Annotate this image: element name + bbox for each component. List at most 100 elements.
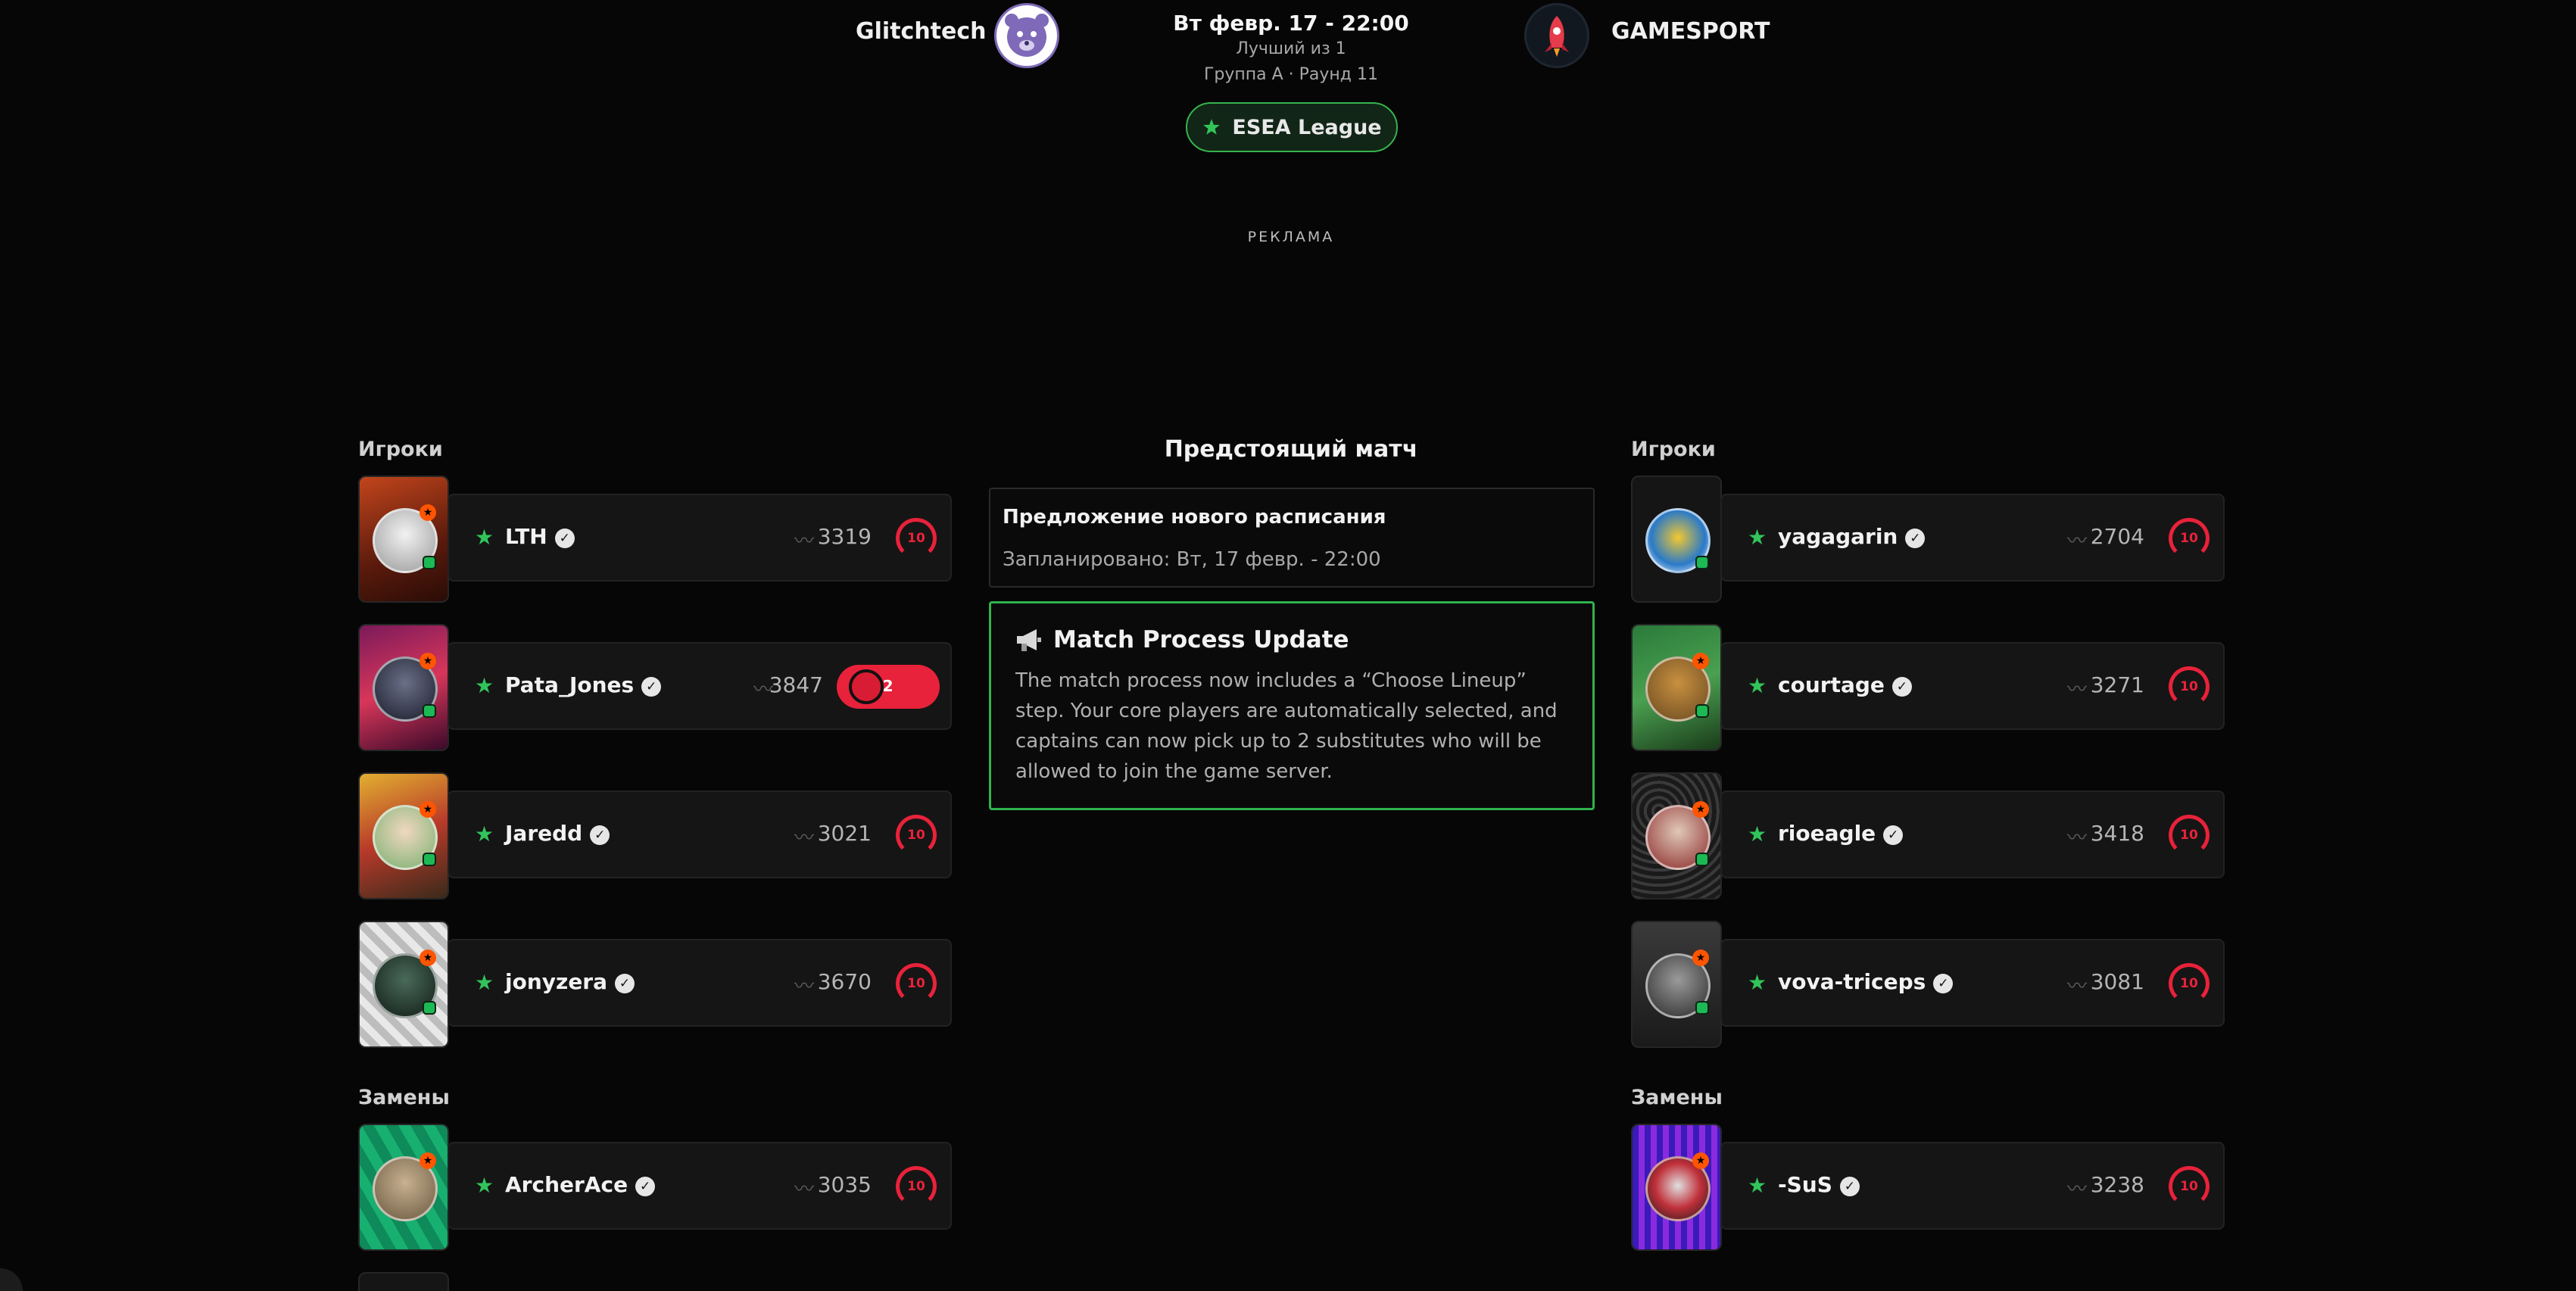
shield-icon (423, 704, 436, 718)
player-card[interactable]: ★ Pata_Jones✓ 〰 3847 #582 (448, 642, 952, 730)
player-avatar[interactable]: ★ (1631, 1124, 1722, 1251)
update-text: The match process now includes a “Choose… (1015, 669, 1558, 783)
player-elo: 2704 (2090, 524, 2144, 549)
player-card[interactable]: ★ jonyzera ✓ 〰 3670 10 (448, 939, 952, 1027)
shield-icon (423, 556, 436, 569)
player-card[interactable]: ★ -SuS ✓ 〰 3238 10 (1720, 1142, 2225, 1230)
player-name[interactable]: LTH (505, 524, 547, 549)
player-avatar[interactable]: ★ (358, 624, 449, 751)
premium-star-icon: ★ (1692, 653, 1709, 669)
player-name[interactable]: rioeagle (1778, 821, 1876, 846)
team-left-logo[interactable] (994, 3, 1059, 68)
ad-label: РЕКЛАМА (1247, 229, 1335, 245)
right-players-title: Игроки (1631, 438, 1716, 461)
sub-row[interactable]: ★ ★ ArcherAce ✓ 〰 3035 10 (358, 1124, 952, 1251)
skill-level-badge: 10 (896, 815, 937, 856)
player-name[interactable]: jonyzera (505, 969, 607, 994)
player-name-wrap: yagagarin ✓ (1778, 524, 1926, 549)
faceit-star-icon: ★ (475, 970, 494, 995)
player-card[interactable]: ★ Jaredd ✓ 〰 3021 10 (448, 791, 952, 878)
match-format: Лучший из 1 (1236, 39, 1346, 58)
premium-star-icon: ★ (419, 504, 436, 521)
verified-check-icon: ✓ (554, 529, 575, 548)
player-avatar[interactable]: ★ (358, 1124, 449, 1251)
player-card[interactable]: ★ courtage ✓ 〰 3271 10 (1720, 642, 2225, 730)
player-card[interactable]: ★ yagagarin ✓ 〰 2704 10 (1720, 494, 2225, 582)
player-avatar[interactable]: ★ (358, 772, 449, 900)
rocket-logo-icon (1545, 16, 1569, 57)
player-avatar[interactable]: ★ (1631, 624, 1722, 751)
player-elo: 3670 (817, 969, 872, 994)
skill-level-badge: 10 (2169, 963, 2210, 1004)
verified-check-icon: ✓ (635, 1177, 656, 1196)
update-title: Match Process Update (1053, 626, 1349, 653)
player-row[interactable]: ★ ★ Pata_Jones✓ 〰 3847 #582 (358, 624, 952, 751)
premium-star-icon: ★ (1692, 950, 1709, 966)
player-row[interactable]: ★ ★ courtage ✓ 〰 3271 10 (1631, 624, 2225, 751)
player-card[interactable]: ★ vova-triceps ✓ 〰 3081 10 (1720, 939, 2225, 1027)
league-badge[interactable]: ESEA League (1186, 102, 1398, 152)
player-avatar[interactable]: ★ (358, 476, 449, 603)
rank-badge: #582 (837, 665, 940, 709)
trend-icon: 〰 (2066, 678, 2087, 701)
player-name[interactable]: Pata_Jones (505, 672, 634, 697)
player-name-wrap: Pata_Jones ✓ (505, 672, 662, 697)
league-name: ESEA League (1232, 115, 1382, 139)
shield-icon (1695, 556, 1709, 569)
shield-icon (423, 1001, 436, 1015)
left-subs-title: Замены (358, 1086, 450, 1109)
player-elo: 3418 (2090, 821, 2144, 846)
player-row[interactable]: ★ ★ LTH ✓ 〰 3319 10 (358, 476, 952, 603)
player-name[interactable]: ArcherAce (505, 1172, 628, 1197)
player-row[interactable]: ★ ★ jonyzera ✓ 〰 3670 10 (358, 921, 952, 1048)
player-avatar-partial[interactable] (358, 1272, 449, 1291)
faceit-star-icon: ★ (1748, 822, 1767, 847)
schedule-proposal-box[interactable]: Предложение нового расписания Запланиров… (989, 488, 1595, 588)
player-avatar[interactable]: ★ (358, 921, 449, 1048)
player-name-wrap: vova-triceps ✓ (1778, 969, 1954, 994)
schedule-proposal-text: Запланировано: Вт, 17 февр. - 22:00 (1003, 548, 1381, 571)
skill-level-badge: 10 (896, 1166, 937, 1207)
player-elo: 3021 (817, 821, 872, 846)
player-avatar[interactable]: ★ (1631, 772, 1722, 900)
player-name[interactable]: courtage (1778, 672, 1885, 697)
premium-star-icon: ★ (1692, 801, 1709, 818)
premium-star-icon: ★ (419, 950, 436, 966)
player-card[interactable]: ★ LTH ✓ 〰 3319 10 (448, 494, 952, 582)
player-name[interactable]: vova-triceps (1778, 969, 1926, 994)
team-right-logo[interactable] (1524, 3, 1589, 68)
skill-level-badge: 10 (2169, 1166, 2210, 1207)
player-row[interactable]: ★ ★ rioeagle ✓ 〰 3418 10 (1631, 772, 2225, 900)
skill-level-badge: 10 (2169, 666, 2210, 707)
verified-check-icon: ✓ (1883, 825, 1904, 845)
faceit-star-icon: ★ (475, 673, 494, 698)
player-row[interactable]: ★ ★ Jaredd ✓ 〰 3021 10 (358, 772, 952, 900)
verified-check-icon: ✓ (590, 825, 610, 845)
skill-level-badge: 10 (2169, 815, 2210, 856)
verified-check-icon: ✓ (615, 974, 635, 993)
player-elo: 3847 (769, 672, 823, 697)
challenger-dial-icon (849, 669, 884, 704)
player-name-wrap: ArcherAce ✓ (505, 1172, 656, 1197)
player-card[interactable]: ★ rioeagle ✓ 〰 3418 10 (1720, 791, 2225, 878)
team-right-name[interactable]: GAMESPORT (1611, 18, 1770, 45)
player-elo: 3035 (817, 1172, 872, 1197)
verified-check-icon: ✓ (1905, 529, 1926, 548)
trend-icon: 〰 (2066, 530, 2087, 553)
update-heading: Match Process Update (1014, 626, 1349, 653)
bear-logo-icon (1005, 14, 1049, 57)
shield-icon (1695, 1001, 1709, 1015)
player-name[interactable]: -SuS (1778, 1172, 1832, 1197)
faceit-star-icon: ★ (475, 822, 494, 847)
player-name[interactable]: yagagarin (1778, 524, 1898, 549)
sub-row[interactable]: ★ ★ -SuS ✓ 〰 3238 10 (1631, 1124, 2225, 1251)
player-row[interactable]: ★ yagagarin ✓ 〰 2704 10 (1631, 476, 2225, 603)
match-group-round: Группа A · Раунд 11 (1203, 65, 1379, 84)
player-row[interactable]: ★ ★ vova-triceps ✓ 〰 3081 10 (1631, 921, 2225, 1048)
player-avatar[interactable] (1631, 476, 1722, 603)
player-card[interactable]: ★ ArcherAce ✓ 〰 3035 10 (448, 1142, 952, 1230)
player-avatar[interactable]: ★ (1631, 921, 1722, 1048)
player-name[interactable]: Jaredd (505, 821, 582, 846)
player-elo: 3238 (2090, 1172, 2144, 1197)
team-left-name[interactable]: Glitchtech (856, 18, 987, 45)
